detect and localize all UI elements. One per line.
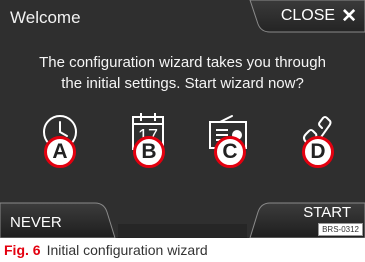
never-label: NEVER [10, 214, 62, 231]
screen-title: Welcome [10, 8, 81, 27]
callout-a: A [44, 136, 76, 168]
prompt-line-1: The configuration wizard takes you throu… [39, 54, 326, 71]
start-label: START [303, 204, 351, 221]
callout-d: D [302, 136, 334, 168]
callout-c: C [214, 136, 246, 168]
figure-label: Fig. 6 [4, 242, 41, 258]
infotainment-screen: Welcome CLOSE ✕ The configuration wizard… [0, 0, 365, 238]
caption-text: Initial configuration wizard [46, 242, 208, 258]
never-button[interactable]: NEVER [0, 200, 115, 238]
wizard-prompt: The configuration wizard takes you throu… [14, 52, 351, 94]
reference-code: BRS-0312 [318, 223, 363, 236]
callout-b: B [133, 136, 165, 168]
prompt-line-2: the initial settings. Start wizard now? [61, 75, 304, 92]
close-button[interactable]: CLOSE ✕ [235, 0, 365, 32]
close-icon: ✕ [341, 5, 357, 27]
close-label: CLOSE [280, 7, 336, 24]
figure-caption: Fig. 6 Initial configuration wizard [4, 242, 208, 258]
